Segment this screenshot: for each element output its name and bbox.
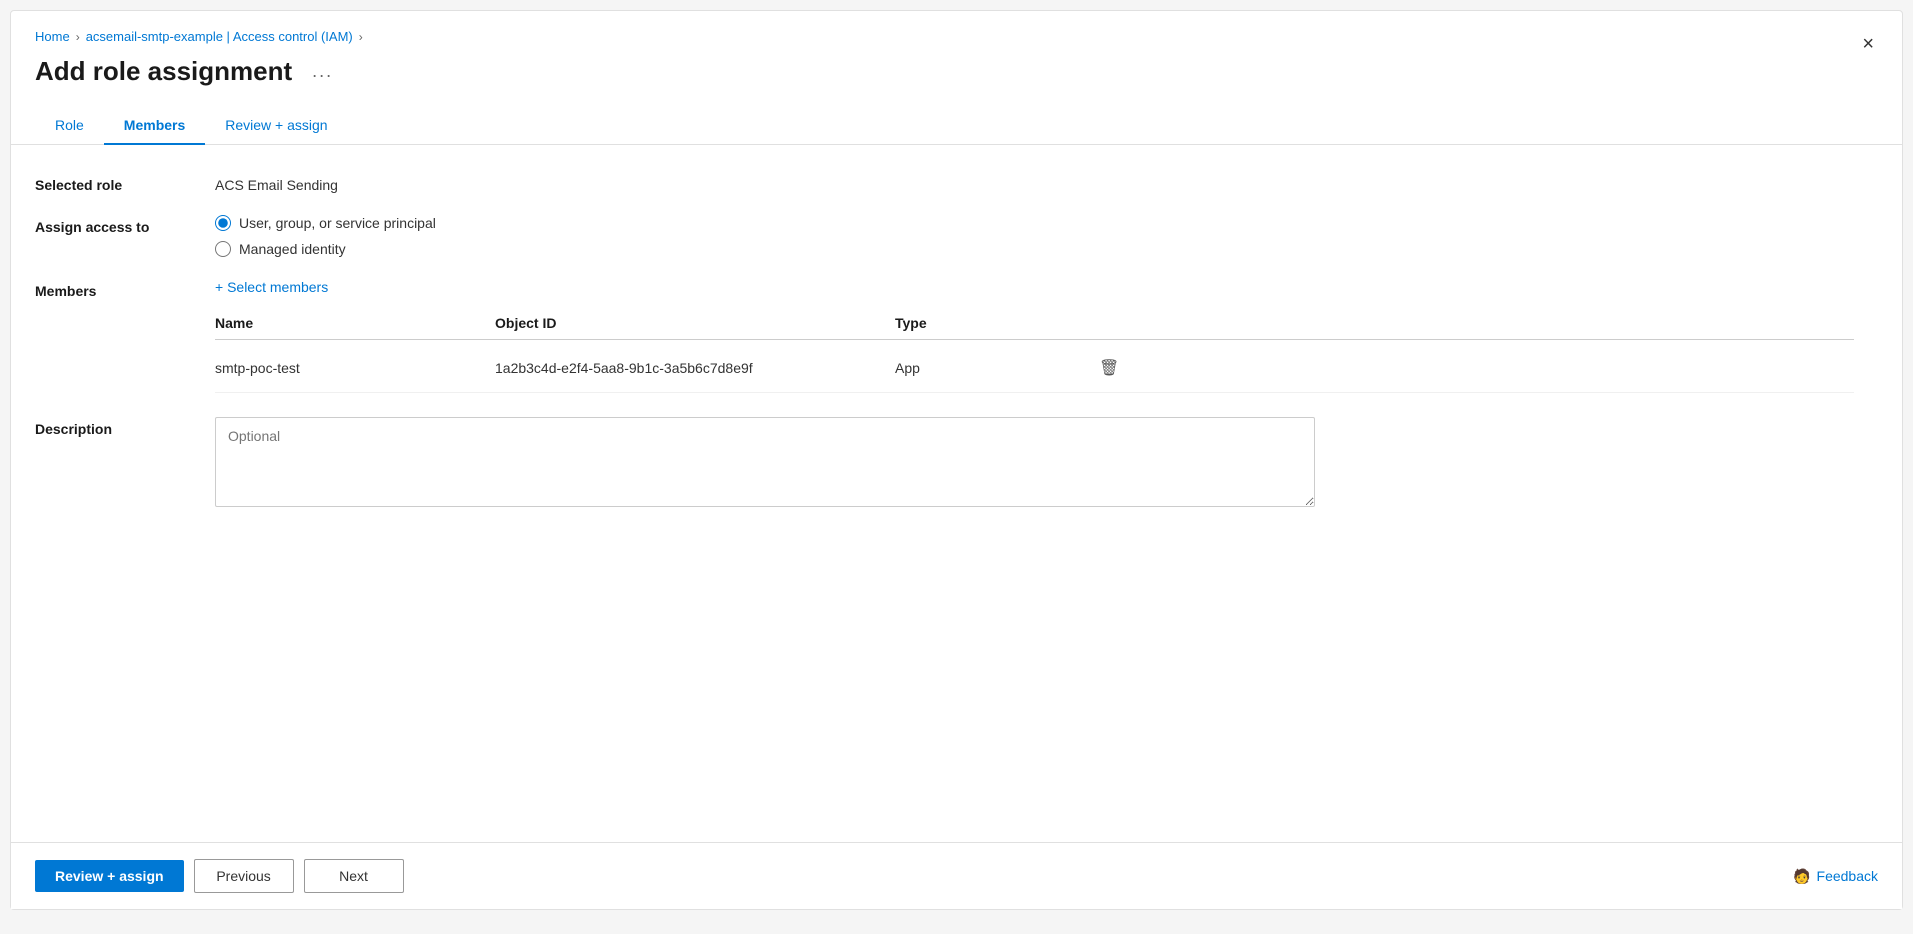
tab-role[interactable]: Role bbox=[35, 107, 104, 145]
assign-access-row: Assign access to User, group, or service… bbox=[35, 215, 1878, 257]
page-header: Add role assignment ... bbox=[11, 52, 1902, 107]
description-container bbox=[215, 417, 1315, 510]
description-label: Description bbox=[35, 417, 215, 437]
col-type: Type bbox=[895, 315, 1095, 331]
delete-member-button[interactable]: 🗑 bbox=[1095, 354, 1123, 382]
breadcrumb-home[interactable]: Home bbox=[35, 29, 70, 44]
selected-role-label: Selected role bbox=[35, 173, 215, 193]
table-row: smtp-poc-test 1a2b3c4d-e2f4-5aa8-9b1c-3a… bbox=[215, 344, 1854, 393]
previous-button[interactable]: Previous bbox=[194, 859, 294, 893]
cell-type: App bbox=[895, 360, 1095, 376]
next-button[interactable]: Next bbox=[304, 859, 404, 893]
members-table: Name Object ID Type smtp-poc-test 1a2b3c… bbox=[215, 315, 1854, 393]
cell-name: smtp-poc-test bbox=[215, 360, 495, 376]
breadcrumb-sep-1: › bbox=[76, 30, 80, 44]
radio-managed-identity[interactable]: Managed identity bbox=[215, 241, 436, 257]
page-wrapper: Home › acsemail-smtp-example | Access co… bbox=[10, 10, 1903, 910]
radio-group-assign-access: User, group, or service principal Manage… bbox=[215, 215, 436, 257]
selected-role-value: ACS Email Sending bbox=[215, 173, 338, 193]
footer: Review + assign Previous Next 🧑 Feedback bbox=[11, 842, 1902, 909]
page-title: Add role assignment bbox=[35, 56, 292, 87]
close-button[interactable]: × bbox=[1854, 29, 1882, 60]
breadcrumb: Home › acsemail-smtp-example | Access co… bbox=[11, 11, 1902, 52]
members-content: + Select members bbox=[215, 279, 328, 295]
review-assign-button[interactable]: Review + assign bbox=[35, 860, 184, 892]
radio-user-group-input[interactable] bbox=[215, 215, 231, 231]
description-textarea[interactable] bbox=[215, 417, 1315, 507]
more-options-button[interactable]: ... bbox=[304, 57, 341, 86]
radio-user-group[interactable]: User, group, or service principal bbox=[215, 215, 436, 231]
feedback-button[interactable]: 🧑 Feedback bbox=[1793, 868, 1878, 885]
feedback-label: Feedback bbox=[1817, 868, 1878, 884]
radio-user-group-label: User, group, or service principal bbox=[239, 215, 436, 231]
breadcrumb-sep-2: › bbox=[359, 30, 363, 44]
radio-managed-identity-label: Managed identity bbox=[239, 241, 346, 257]
table-header: Name Object ID Type bbox=[215, 315, 1854, 340]
form-content: Selected role ACS Email Sending Assign a… bbox=[11, 173, 1902, 510]
selected-role-row: Selected role ACS Email Sending bbox=[35, 173, 1878, 193]
select-members-button[interactable]: + Select members bbox=[215, 279, 328, 295]
col-name: Name bbox=[215, 315, 495, 331]
assign-access-label: Assign access to bbox=[35, 215, 215, 235]
cell-object-id: 1a2b3c4d-e2f4-5aa8-9b1c-3a5b6c7d8e9f bbox=[495, 360, 895, 376]
tab-review[interactable]: Review + assign bbox=[205, 107, 347, 145]
tab-members[interactable]: Members bbox=[104, 107, 205, 145]
members-section: Members + Select members bbox=[35, 279, 1878, 299]
breadcrumb-iam[interactable]: acsemail-smtp-example | Access control (… bbox=[86, 29, 353, 44]
feedback-icon: 🧑 bbox=[1793, 868, 1810, 885]
cell-delete: 🗑 bbox=[1095, 354, 1854, 382]
description-row: Description bbox=[35, 417, 1878, 510]
radio-managed-identity-input[interactable] bbox=[215, 241, 231, 257]
col-object-id: Object ID bbox=[495, 315, 895, 331]
col-actions bbox=[1095, 315, 1854, 331]
members-label: Members bbox=[35, 279, 215, 299]
tabs-container: Role Members Review + assign bbox=[11, 107, 1902, 145]
